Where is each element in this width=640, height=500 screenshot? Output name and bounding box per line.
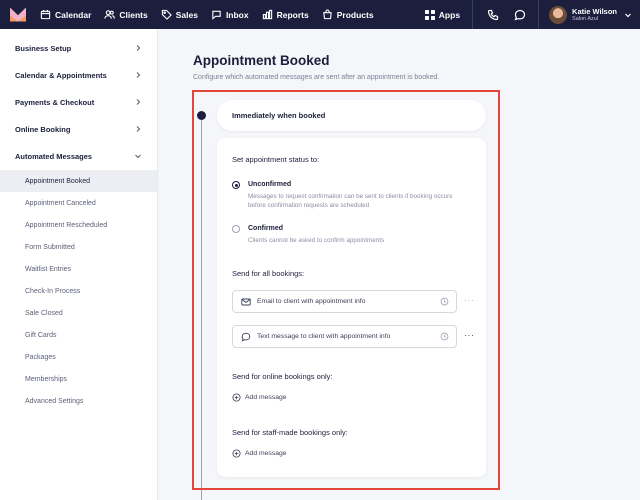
chevron-right-icon — [136, 45, 141, 51]
sidebar-item-form-submitted[interactable]: Form Submitted — [0, 236, 157, 258]
sidebar-item-advanced-settings[interactable]: Advanced Settings — [0, 390, 157, 412]
highlight-box — [192, 90, 500, 490]
sidebar-section-online-booking[interactable]: Online Booking — [0, 116, 157, 143]
nav-sales-label: Sales — [175, 9, 198, 20]
sidebar-section-label: Online Booking — [15, 125, 71, 134]
sidebar-item-waitlist-entries[interactable]: Waitlist Entries — [0, 258, 157, 280]
apps-label: Apps — [438, 9, 461, 20]
sidebar-item-sale-closed[interactable]: Sale Closed — [0, 302, 157, 324]
sidebar-section-label: Automated Messages — [15, 152, 93, 161]
users-icon — [104, 10, 116, 19]
phone-icon — [487, 9, 498, 20]
chevron-right-icon — [136, 99, 141, 105]
user-name: Katie Wilson — [572, 6, 617, 16]
calendar-icon — [40, 9, 51, 20]
sidebar-section-label: Payments & Checkout — [15, 98, 95, 107]
sidebar-item-memberships[interactable]: Memberships — [0, 368, 157, 390]
phone-button[interactable] — [479, 0, 506, 29]
bag-icon — [322, 9, 332, 20]
sidebar-item-appointment-booked[interactable]: Appointment Booked — [0, 170, 157, 192]
nav-calendar-label: Calendar — [55, 9, 92, 20]
nav-products-label: Products — [336, 9, 374, 20]
grid-icon — [424, 9, 435, 20]
sidebar-section-business-setup[interactable]: Business Setup — [0, 35, 157, 62]
sidebar-section-label: Business Setup — [15, 44, 72, 53]
sidebar-section-label: Calendar & Appointments — [15, 71, 107, 80]
nav-clients[interactable]: Clients — [104, 9, 148, 20]
nav-sales[interactable]: Sales — [161, 9, 198, 20]
nav-inbox[interactable]: Inbox — [211, 9, 249, 20]
nav-inbox-label: Inbox — [225, 9, 249, 20]
avatar — [549, 5, 568, 24]
top-navigation: Calendar Clients Sales Inbox Reports Pro… — [0, 0, 640, 29]
chevron-right-icon — [136, 126, 141, 132]
chevron-right-icon — [136, 72, 141, 78]
nav-reports[interactable]: Reports — [262, 9, 309, 20]
sidebar-section-calendar-appointments[interactable]: Calendar & Appointments — [0, 62, 157, 89]
sidebar-item-gift-cards[interactable]: Gift Cards — [0, 324, 157, 346]
chevron-down-icon — [625, 13, 631, 17]
chat-icon — [212, 10, 221, 20]
main-content: Appointment Booked Configure which autom… — [158, 29, 640, 500]
sidebar-item-appointment-canceled[interactable]: Appointment Canceled — [0, 192, 157, 214]
nav-right-group: Apps Katie Wilson Salon Azul — [424, 0, 640, 29]
user-business: Salon Azul — [572, 15, 599, 22]
sidebar-item-packages[interactable]: Packages — [0, 346, 157, 368]
speech-bubble-icon — [514, 9, 525, 20]
sidebar-section-payments-checkout[interactable]: Payments & Checkout — [0, 89, 157, 116]
page-title: Appointment Booked — [193, 53, 330, 68]
messages-button[interactable] — [506, 0, 533, 29]
nav-reports-label: Reports — [276, 9, 309, 20]
sidebar-section-automated-messages[interactable]: Automated Messages — [0, 143, 157, 170]
tag-icon — [161, 9, 172, 20]
sidebar-item-check-in-process[interactable]: Check-In Process — [0, 280, 157, 302]
apps-button[interactable]: Apps — [424, 0, 474, 29]
brand-logo-icon[interactable] — [10, 7, 26, 22]
user-info: Katie Wilson Salon Azul — [572, 7, 617, 23]
sidebar-item-appointment-rescheduled[interactable]: Appointment Rescheduled — [0, 214, 157, 236]
nav-clients-label: Clients — [119, 9, 148, 20]
bar-chart-icon — [262, 9, 272, 20]
settings-sidebar: Business Setup Calendar & Appointments P… — [0, 29, 158, 500]
chevron-down-icon — [135, 154, 141, 159]
nav-products[interactable]: Products — [322, 9, 374, 20]
nav-calendar[interactable]: Calendar — [40, 9, 91, 20]
user-profile-menu[interactable]: Katie Wilson Salon Azul — [539, 0, 640, 29]
page-subtitle: Configure which automated messages are s… — [193, 74, 440, 81]
